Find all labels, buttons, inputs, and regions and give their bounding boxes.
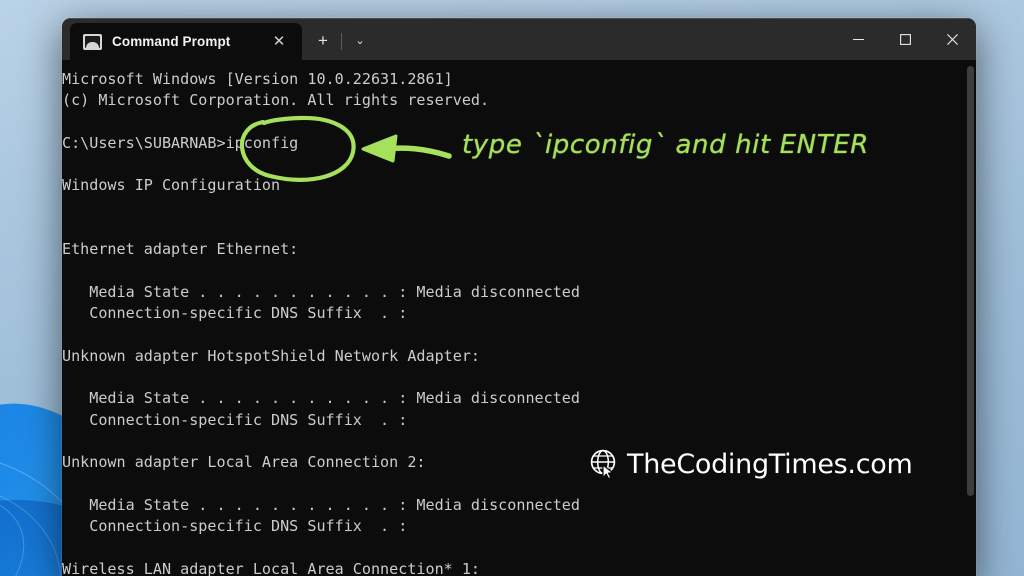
watermark: TheCodingTimes.com xyxy=(588,448,913,480)
window-controls xyxy=(835,18,976,60)
screen: Command Prompt ✕ + ⌄ Microsoft Windows [… xyxy=(0,0,1024,576)
console-line: Connection-specific DNS Suffix . : xyxy=(62,410,408,429)
console-line: Microsoft Windows [Version 10.0.22631.28… xyxy=(62,70,453,88)
console-output: Microsoft Windows [Version 10.0.22631.28… xyxy=(62,69,976,576)
console-line: Media State . . . . . . . . . . . : Medi… xyxy=(62,495,580,514)
console-line: Media State . . . . . . . . . . . : Medi… xyxy=(62,282,580,301)
console-line: (c) Microsoft Corporation. All rights re… xyxy=(62,91,490,110)
close-tab-icon[interactable]: ✕ xyxy=(266,29,292,55)
tab-command-prompt[interactable]: Command Prompt ✕ xyxy=(70,23,302,60)
new-tab-button[interactable]: + xyxy=(308,25,338,57)
console-line: Windows IP Configuration xyxy=(62,176,281,195)
console-window-icon xyxy=(83,33,102,50)
console-line: Connection-specific DNS Suffix . : xyxy=(62,304,408,323)
scrollbar-thumb[interactable] xyxy=(967,66,974,496)
minimize-button[interactable] xyxy=(835,18,882,60)
console-line: C:\Users\SUBARNAB>ipconfig xyxy=(62,133,299,152)
watermark-text: TheCodingTimes.com xyxy=(627,448,913,480)
console-line: Connection-specific DNS Suffix . : xyxy=(62,517,408,536)
chevron-down-icon[interactable]: ⌄ xyxy=(345,25,375,57)
tab-separator xyxy=(341,33,342,50)
tab-label: Command Prompt xyxy=(112,34,231,49)
console-line: Wireless LAN adapter Local Area Connecti… xyxy=(62,559,481,576)
maximize-button[interactable] xyxy=(882,18,929,60)
command-prompt-window: Command Prompt ✕ + ⌄ Microsoft Windows [… xyxy=(62,18,976,576)
terminal-body[interactable]: Microsoft Windows [Version 10.0.22631.28… xyxy=(62,60,976,576)
terminal-scrollbar[interactable] xyxy=(965,60,976,576)
console-line: Media State . . . . . . . . . . . : Medi… xyxy=(62,389,580,408)
title-bar[interactable]: Command Prompt ✕ + ⌄ xyxy=(62,18,976,60)
console-line: Ethernet adapter Ethernet: xyxy=(62,240,299,259)
close-window-button[interactable] xyxy=(929,18,976,60)
globe-cursor-icon xyxy=(590,449,616,480)
console-line: Unknown adapter HotspotShield Network Ad… xyxy=(62,346,481,365)
tab-strip: Command Prompt ✕ + ⌄ xyxy=(62,18,835,60)
